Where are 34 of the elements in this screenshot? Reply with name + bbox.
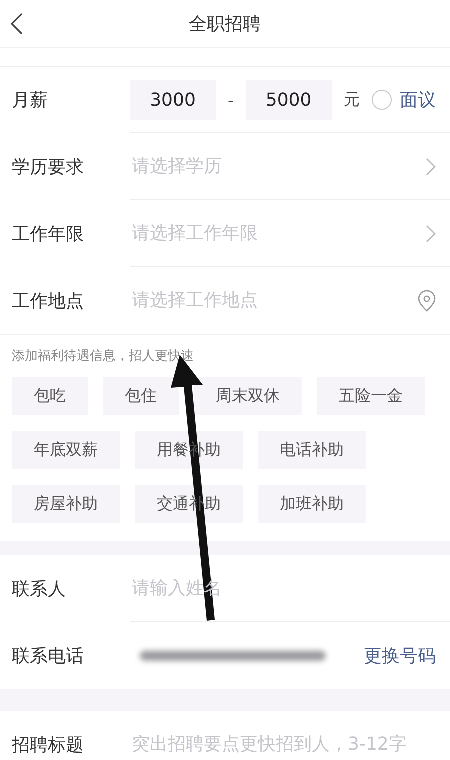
select-field[interactable]: 请选择学历 [130,155,426,178]
location-pin-icon[interactable] [418,290,436,312]
benefit-tag[interactable]: 年底双薪 [12,431,120,469]
chevron-right-icon [426,224,436,242]
currency-unit: 元 [344,90,360,110]
back-icon[interactable] [10,12,24,36]
field-label: 招聘标题 [12,734,85,756]
salary-min-field[interactable]: 3000 [130,80,216,120]
field-label: 联系人 [12,578,67,600]
benefit-tag[interactable]: 五险一金 [317,377,425,415]
chevron-right-icon [426,158,436,176]
field-label: 工作年限 [12,222,85,246]
benefit-tag[interactable]: 交通补助 [135,485,243,523]
salary-max-field[interactable]: 5000 [246,80,332,120]
benefit-tag[interactable]: 周末双休 [194,377,302,415]
change-number-link[interactable]: 更换号码 [364,644,436,668]
select-field[interactable]: 请选择工作地点 [130,289,418,312]
benefit-tag[interactable]: 用餐补助 [135,431,243,469]
radio-button[interactable] [372,90,392,110]
page-title: 全职招聘 [189,12,261,36]
range-separator: - [228,90,234,110]
select-field[interactable]: 请选择工作年限 [130,222,426,245]
benefit-tag[interactable]: 包吃 [12,377,88,415]
benefit-tag[interactable]: 加班补助 [258,485,366,523]
negotiable-label[interactable]: 面议 [400,88,436,112]
benefit-tag[interactable]: 包住 [103,377,179,415]
field-label: 联系电话 [12,644,85,668]
field-label: 学历要求 [12,156,85,178]
title-field[interactable]: 突出招聘要点更快招到人，3-12字 [130,733,436,756]
benefit-tag[interactable]: 电话补助 [258,431,366,469]
benefits-hint: 添加福利待遇信息，招人更快速 [12,349,194,364]
field-label: 工作地点 [12,290,85,312]
benefit-tag[interactable]: 房屋补助 [12,485,120,523]
field-label: 月薪 [12,89,49,112]
